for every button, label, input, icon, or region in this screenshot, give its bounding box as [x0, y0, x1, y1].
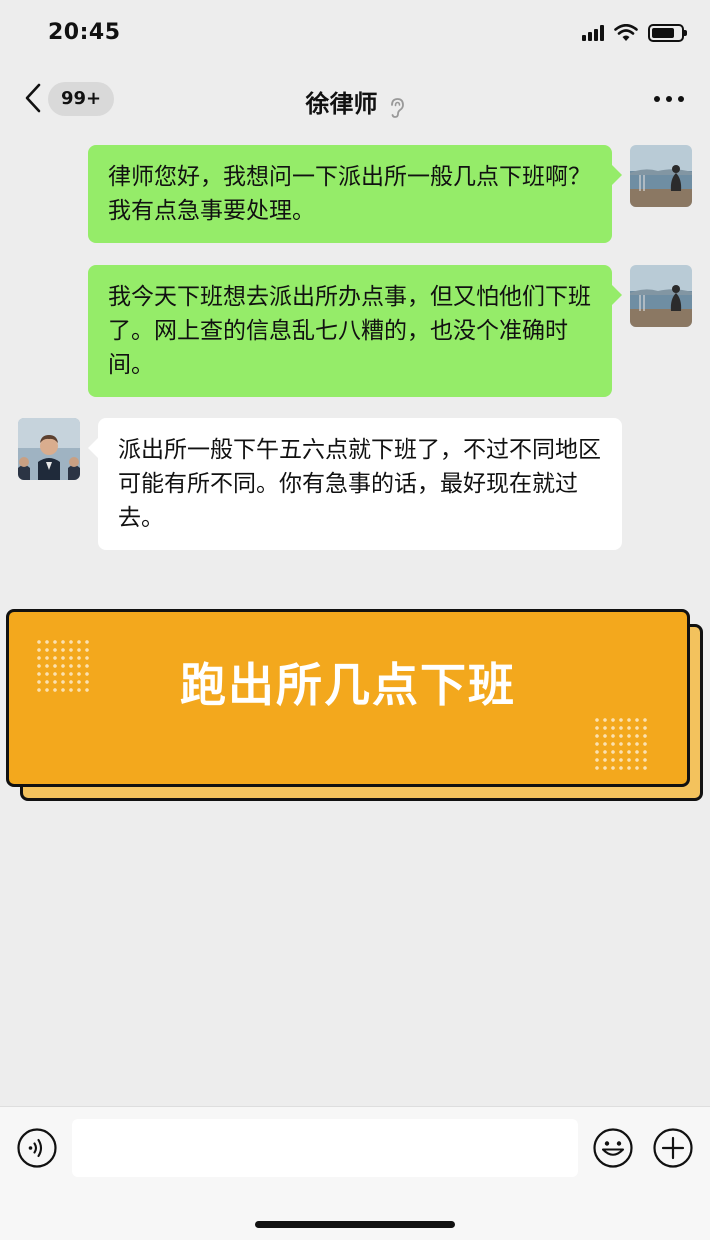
received-message-bubble[interactable]: 派出所一般下午五六点就下班了，不过不同地区可能有所不同。你有急事的话，最好现在就…	[88, 418, 622, 550]
plus-circle-icon	[653, 1128, 693, 1168]
chat-header: 99+ 徐律师	[0, 66, 710, 132]
input-bar	[0, 1106, 710, 1240]
sent-message-bubble[interactable]: 律师您好，我想问一下派出所一般几点下班啊？我有点急事要处理。	[88, 145, 622, 243]
message-text: 我今天下班想去派出所办点事，但又怕他们下班了。网上查的信息乱七八糟的，也没个准确…	[108, 284, 591, 378]
status-bar: 20:45	[0, 0, 710, 66]
more-functions-button[interactable]	[652, 1127, 694, 1173]
voice-icon	[17, 1128, 57, 1168]
message-text: 律师您好，我想问一下派出所一般几点下班啊？我有点急事要处理。	[108, 164, 591, 224]
banner-dots-decoration	[593, 716, 651, 774]
topic-banner: 跑出所几点下班	[6, 609, 690, 787]
message-input[interactable]	[72, 1119, 578, 1177]
earpiece-mode-icon	[390, 97, 404, 118]
voice-input-button[interactable]	[16, 1127, 58, 1173]
lawyer-avatar[interactable]	[18, 418, 80, 480]
chat-title: 徐律师	[305, 90, 378, 118]
emoji-button[interactable]	[592, 1127, 634, 1173]
home-indicator[interactable]	[255, 1221, 455, 1228]
banner-title: 跑出所几点下班	[180, 658, 516, 712]
more-options-button[interactable]	[654, 96, 684, 102]
status-time: 20:45	[48, 20, 121, 45]
wifi-icon	[614, 24, 638, 41]
message-text: 派出所一般下午五六点就下班了，不过不同地区可能有所不同。你有急事的话，最好现在就…	[118, 437, 601, 531]
sent-message-bubble[interactable]: 我今天下班想去派出所办点事，但又怕他们下班了。网上查的信息乱七八糟的，也没个准确…	[88, 265, 622, 397]
cellular-signal-icon	[582, 25, 604, 41]
emoji-icon	[593, 1128, 633, 1168]
battery-icon	[648, 24, 687, 42]
chat-title-area: 徐律师	[0, 84, 710, 119]
my-avatar[interactable]	[630, 265, 692, 327]
status-icons	[582, 24, 687, 42]
my-avatar[interactable]	[630, 145, 692, 207]
